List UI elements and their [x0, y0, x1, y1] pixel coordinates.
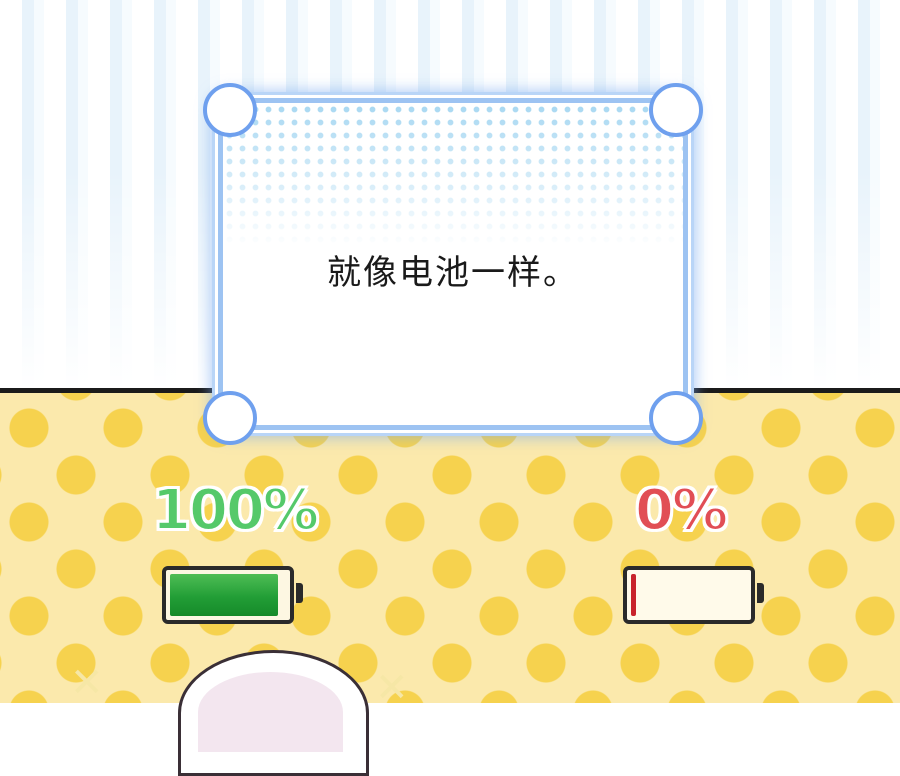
battery-empty-fill: [631, 574, 636, 616]
battery-terminal: [296, 583, 303, 603]
ornament-corner-icon: [203, 391, 257, 445]
battery-empty-label: 0%: [634, 477, 729, 544]
caption-text: 就像电池一样。: [327, 253, 579, 293]
ornament-corner-icon: [649, 83, 703, 137]
battery-terminal: [757, 583, 764, 603]
battery-full-fill: [170, 574, 278, 616]
ornament-corner-icon: [203, 83, 257, 137]
ornament-corner-icon: [649, 391, 703, 445]
battery-full-icon: [162, 566, 303, 624]
sparkle-icon: ✕: [70, 660, 104, 706]
sparkle-icon: ✕: [375, 665, 409, 711]
battery-empty-icon: [623, 566, 764, 624]
character-hair: [198, 672, 343, 752]
polka-dot-background: [0, 393, 900, 703]
battery-full-label: 100%: [151, 477, 320, 544]
caption-frame: 就像电池一样。: [203, 83, 703, 445]
